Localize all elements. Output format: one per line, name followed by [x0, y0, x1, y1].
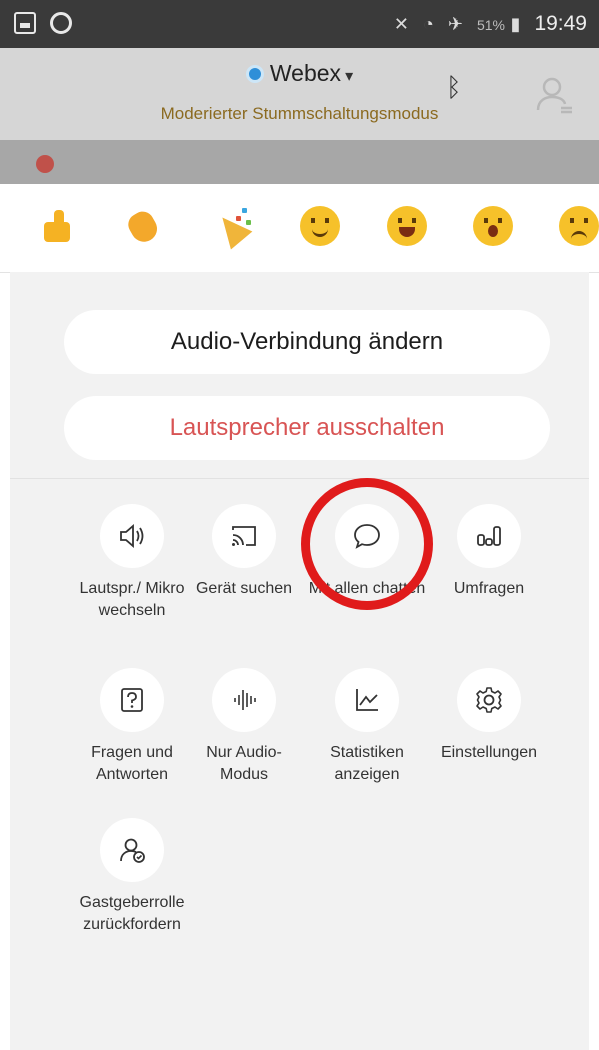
clapping-reaction[interactable]	[124, 206, 164, 247]
action-label: Lautspr./ Mikro wechseln	[79, 580, 185, 619]
action-label: Umfragen	[453, 580, 525, 597]
app-name: Webex	[269, 60, 342, 86]
gallery-icon	[14, 12, 36, 34]
celebration-reaction[interactable]	[211, 206, 253, 250]
surprised-reaction[interactable]	[473, 206, 513, 246]
webex-shield-icon	[245, 65, 264, 83]
switch-speaker-mic-action[interactable]: Lautspr./ Mikro wechseln	[71, 504, 193, 622]
action-label: Nur Audio-Modus	[206, 744, 282, 783]
video-strip	[0, 140, 599, 184]
meeting-title[interactable]: Webex ▾	[0, 60, 599, 87]
poll-icon	[457, 504, 521, 568]
sync-icon	[50, 12, 72, 34]
action-label: Gastgeberrolle zurückfordern	[79, 894, 185, 933]
reactions-bar	[0, 184, 599, 273]
settings-action[interactable]: Einstellungen	[428, 668, 550, 764]
clapping-icon	[124, 207, 162, 247]
mute-mode-subtitle: Moderierter Stummschaltungsmodus	[160, 104, 439, 123]
speaker-icon	[100, 504, 164, 568]
battery-indicator: 51% ▮	[477, 13, 521, 36]
change-audio-button[interactable]: Audio-Verbindung ändern	[64, 310, 550, 374]
battery-icon: ▮	[510, 13, 521, 34]
reclaim-host-icon	[100, 818, 164, 882]
sad-reaction[interactable]	[559, 206, 599, 246]
mute-icon: ✕	[393, 13, 409, 34]
party-popper-icon	[211, 208, 253, 250]
clock: 19:49	[534, 12, 587, 35]
action-label: Fragen und Antworten	[91, 744, 173, 783]
qa-icon	[100, 668, 164, 732]
airplane-icon: ✈	[447, 13, 463, 34]
wifi-icon: ◔	[422, 13, 434, 34]
reclaim-host-action[interactable]: Gastgeberrolle zurückfordern	[71, 818, 193, 936]
cast-icon	[212, 504, 276, 568]
chat-icon	[335, 504, 399, 568]
qa-action[interactable]: Fragen und Antworten	[71, 668, 193, 786]
find-device-action[interactable]: Gerät suchen	[183, 504, 305, 600]
status-bar: ✕ ◔ ✈ 51% ▮ 19:49	[0, 0, 599, 48]
action-label: Mit allen chatten	[308, 580, 426, 597]
polls-action[interactable]: Umfragen	[428, 504, 550, 600]
action-label: Gerät suchen	[195, 580, 293, 597]
chat-with-all-action[interactable]: Mit allen chatten	[306, 504, 428, 600]
mute-speaker-button[interactable]: Lautsprecher ausschalten	[64, 396, 550, 460]
participant-icon[interactable]	[534, 74, 574, 114]
bluetooth-icon[interactable]: ᛒ	[446, 72, 462, 103]
audio-only-action[interactable]: Nur Audio-Modus	[183, 668, 305, 786]
smile-reaction[interactable]	[300, 206, 340, 246]
action-label: Statistiken anzeigen	[330, 744, 404, 783]
thumbs-up-reaction[interactable]	[38, 206, 78, 246]
meeting-header: Webex ▾ Moderierter Stummschaltungsmodus …	[0, 48, 599, 140]
more-options-panel: Audio-Verbindung ändern Lautsprecher aus…	[10, 272, 589, 1050]
statistics-action[interactable]: Statistiken anzeigen	[306, 668, 428, 786]
laughing-reaction[interactable]	[387, 206, 427, 246]
divider	[10, 478, 589, 479]
chevron-down-icon: ▾	[345, 68, 354, 85]
battery-percent: 51%	[476, 16, 505, 33]
audio-wave-icon	[212, 668, 276, 732]
gear-icon	[457, 668, 521, 732]
action-label: Einstellungen	[440, 744, 538, 761]
statistics-icon	[335, 668, 399, 732]
recording-indicator	[36, 155, 54, 173]
